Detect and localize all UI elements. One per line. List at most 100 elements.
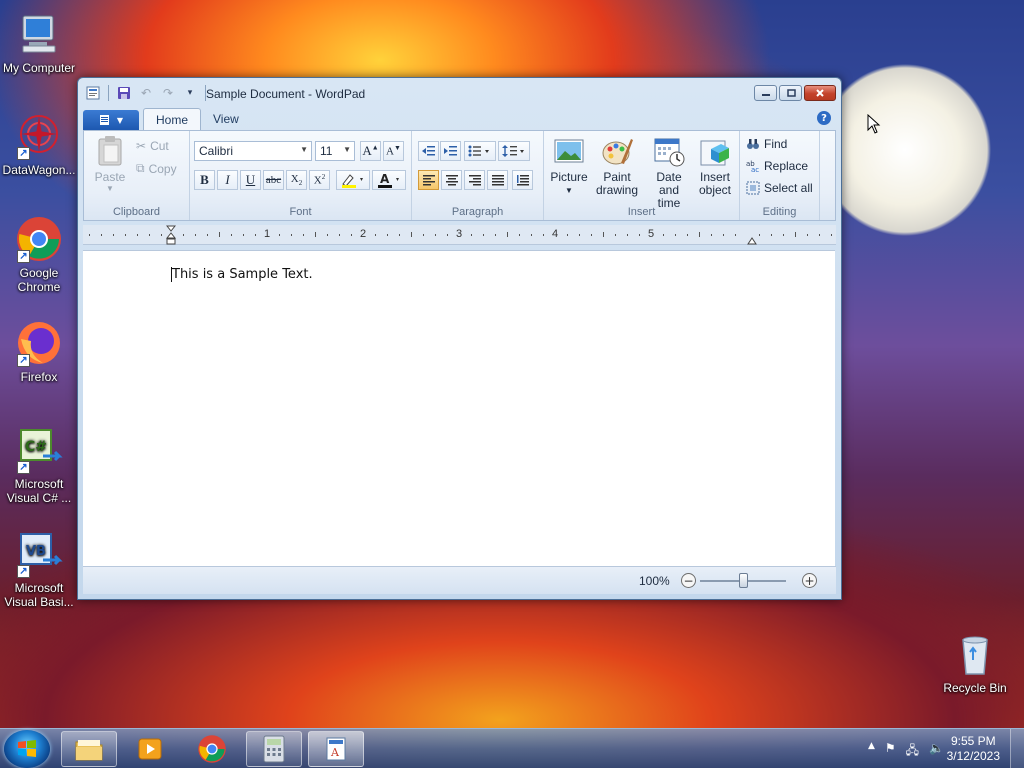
ruler[interactable]: 1 2 3 4 5	[83, 225, 836, 245]
align-left-button[interactable]	[418, 170, 439, 190]
desktop-icon-recycle-bin[interactable]: Recycle Bin	[937, 630, 1013, 695]
subscript-button[interactable]: X2	[286, 170, 307, 190]
paste-button[interactable]: Paste ▼	[92, 135, 128, 193]
clock[interactable]: 9:55 PM 3/12/2023	[947, 734, 1000, 764]
paint-palette-icon	[601, 135, 633, 167]
cut-button[interactable]: ✂ Cut	[136, 139, 169, 153]
desktop-icon-datawagon[interactable]: ↗ DataWagon...	[1, 112, 77, 177]
shortcut-arrow-icon: ↗	[17, 565, 30, 578]
volume-icon[interactable]: 🔈	[929, 741, 944, 762]
insert-object-button[interactable]: Insert object	[694, 135, 736, 197]
wordpad-window[interactable]: ↶ ↷ ▾ Sample Document - WordPad ▼ Home V…	[77, 77, 842, 600]
start-button[interactable]	[4, 730, 50, 768]
tab-home[interactable]: Home	[143, 108, 202, 130]
ruler-number: 2	[360, 228, 367, 240]
taskbar-calculator[interactable]	[246, 731, 302, 767]
shortcut-arrow-icon: ↗	[17, 461, 30, 474]
scissors-icon: ✂	[136, 139, 147, 153]
picture-button[interactable]: Picture ▼	[550, 135, 588, 197]
close-icon	[816, 89, 824, 97]
find-button[interactable]: Find	[746, 137, 787, 151]
show-desktop-button[interactable]	[1010, 729, 1024, 768]
action-center-flag-icon[interactable]: ⚑	[885, 741, 896, 762]
minimize-button[interactable]	[754, 85, 777, 101]
insert-object-label: Insert object	[698, 170, 732, 197]
desktop-icon-label: Firefox	[20, 370, 58, 384]
bold-button[interactable]: B	[194, 170, 215, 190]
desktop-icon-firefox[interactable]: ↗ Firefox	[1, 319, 77, 384]
highlight-color-button[interactable]	[336, 170, 370, 190]
justify-button[interactable]	[487, 170, 508, 190]
taskbar-chrome[interactable]	[184, 731, 240, 767]
insert-object-icon	[699, 135, 731, 167]
font-size-select[interactable]: 11 ▼	[315, 141, 355, 161]
taskbar-media-player[interactable]	[122, 731, 178, 767]
strikethrough-button[interactable]: abc	[263, 170, 284, 190]
window-controls	[754, 85, 836, 101]
desktop-icon-my-computer[interactable]: My Computer	[1, 10, 77, 75]
date-time-button[interactable]: Date and time	[646, 135, 692, 210]
help-icon[interactable]: ?	[817, 111, 831, 125]
zoom-out-button[interactable]: −	[681, 573, 696, 588]
right-indent-marker-icon[interactable]	[747, 233, 757, 245]
network-icon[interactable]: 🖧	[906, 741, 919, 762]
document-menu-icon	[99, 115, 109, 125]
group-label: Paragraph	[451, 206, 504, 218]
underline-button[interactable]: U	[240, 170, 261, 190]
font-family-select[interactable]: Calibri ▼	[194, 141, 312, 161]
title-bar[interactable]: ↶ ↷ ▾ Sample Document - WordPad	[78, 78, 841, 108]
ribbon-tabs: ▼ Home View	[83, 108, 251, 130]
bullets-button[interactable]	[464, 141, 496, 161]
document-text[interactable]: This is a Sample Text.	[171, 267, 313, 282]
binoculars-icon	[747, 139, 759, 149]
tab-view[interactable]: View	[201, 108, 251, 130]
status-bar: 100% − +	[83, 566, 836, 594]
superscript-button[interactable]: X2	[309, 170, 330, 190]
align-center-button[interactable]	[441, 170, 462, 190]
desktop-icon-visual-basic[interactable]: VB ↗ Microsoft Visual Basi...	[1, 530, 77, 609]
ruler-number: 5	[648, 228, 655, 240]
taskbar-wordpad[interactable]: A	[308, 731, 364, 767]
select-all-button[interactable]: Select all	[746, 181, 813, 195]
document-area[interactable]: This is a Sample Text.	[83, 250, 835, 566]
desktop-icon-visual-csharp[interactable]: C# ↗ Microsoft Visual C# ...	[1, 426, 77, 505]
application-menu-button[interactable]: ▼	[83, 110, 139, 130]
customize-toolbar-icon[interactable]: ▾	[181, 84, 199, 102]
system-tray: ▲ ⚑ 🖧 🔈	[868, 741, 944, 762]
redo-icon[interactable]: ↷	[159, 84, 177, 102]
zoom-in-button[interactable]: +	[802, 573, 817, 588]
svg-text:VB: VB	[26, 544, 46, 559]
italic-button[interactable]: I	[217, 170, 238, 190]
close-button[interactable]	[804, 85, 836, 101]
shrink-font-button[interactable]: A▼	[383, 141, 404, 161]
grow-font-icon: A▲	[362, 143, 379, 158]
paste-icon	[98, 136, 122, 166]
replace-button[interactable]: ab ac Replace	[746, 159, 808, 173]
zoom-slider-thumb[interactable]	[739, 573, 748, 588]
zoom-level: 100%	[639, 574, 670, 588]
font-color-button[interactable]: A	[372, 170, 406, 190]
decrease-indent-button[interactable]	[418, 141, 439, 161]
desktop-icon-google-chrome[interactable]: ↗ Google Chrome	[1, 215, 77, 294]
maximize-button[interactable]	[779, 85, 802, 101]
undo-icon[interactable]: ↶	[137, 84, 155, 102]
desktop-icon-label: Microsoft Visual Basi...	[4, 581, 74, 609]
recycle-bin-icon	[951, 630, 999, 678]
line-spacing-button[interactable]	[498, 141, 530, 161]
taskbar-explorer[interactable]	[61, 731, 117, 767]
ruler-number: 1	[264, 228, 271, 240]
save-icon[interactable]	[115, 84, 133, 102]
clock-date: 3/12/2023	[946, 749, 1000, 763]
wordpad-app-icon[interactable]	[84, 84, 102, 102]
paragraph-settings-button[interactable]	[512, 170, 533, 190]
increase-indent-button[interactable]	[440, 141, 461, 161]
cut-label: Cut	[150, 139, 169, 153]
copy-button[interactable]: ⧉ Copy	[136, 161, 177, 176]
paint-drawing-button[interactable]: Paint drawing	[594, 135, 640, 197]
ribbon-home: Paste ▼ ✂ Cut ⧉ Copy Clipboard Calibri ▼…	[83, 130, 836, 221]
indent-marker-icon[interactable]	[166, 225, 176, 245]
align-right-button[interactable]	[464, 170, 485, 190]
grow-font-button[interactable]: A▲	[360, 141, 381, 161]
show-hidden-icons-icon[interactable]: ▲	[868, 741, 875, 762]
group-label: Insert	[627, 206, 656, 218]
